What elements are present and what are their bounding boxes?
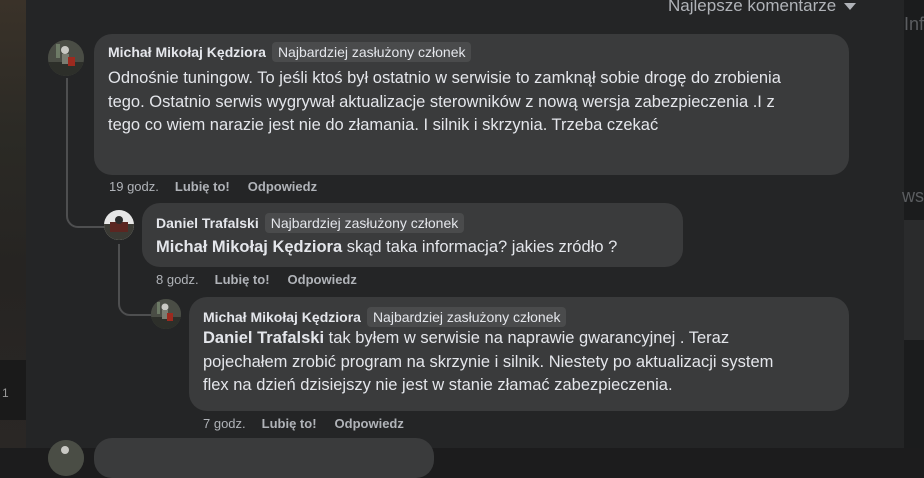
comment-text: Daniel Trafalski tak byłem w serwisie na… <box>203 327 798 398</box>
comment-bubble: Daniel Trafalski Najbardziej zasłużony cz… <box>142 203 683 267</box>
background-right-block <box>904 220 924 340</box>
reply-button[interactable]: Odpowiedz <box>288 272 357 287</box>
comment-time[interactable]: 8 godz. <box>156 272 199 287</box>
member-badge[interactable]: Najbardziej zasłużony członek <box>264 213 465 233</box>
member-badge[interactable]: Najbardziej zasłużony członek <box>271 42 472 62</box>
avatar[interactable] <box>48 440 84 476</box>
background-right-text: Inf <box>904 14 924 34</box>
background-left-number: 1 <box>2 386 9 400</box>
comment-author[interactable]: Michał Mikołaj Kędziora <box>108 44 266 60</box>
comment-body: skąd taka informacja? jakies zródło ? <box>342 238 618 256</box>
comment-meta: 7 godz. Lubię to! Odpowiedz <box>203 416 404 431</box>
comment-bubble: Michał Mikołaj Kędziora Najbardziej zasłu… <box>189 297 849 411</box>
comment-author[interactable]: Daniel Trafalski <box>156 215 259 231</box>
comment-body: Odnośnie tuningow. To jeśli ktoś był ost… <box>108 69 781 134</box>
like-button[interactable]: Lubię to! <box>175 179 230 194</box>
avatar[interactable] <box>151 299 181 329</box>
comment-bubble: Michał Mikołaj Kędziora Najbardziej zasłu… <box>94 34 849 175</box>
avatar[interactable] <box>48 40 84 76</box>
comment-text: Michał Mikołaj Kędziora skąd taka inform… <box>156 236 676 260</box>
mention-link[interactable]: Michał Mikołaj Kędziora <box>156 238 342 256</box>
background-right-text: wsz <box>902 186 924 206</box>
like-button[interactable]: Lubię to! <box>215 272 270 287</box>
member-badge[interactable]: Najbardziej zasłużony członek <box>366 307 567 327</box>
reply-button[interactable]: Odpowiedz <box>248 179 317 194</box>
mention-link[interactable]: Daniel Trafalski <box>203 329 324 347</box>
sort-comments-dropdown[interactable]: Najlepsze komentarze <box>668 0 857 16</box>
comment-text: Odnośnie tuningow. To jeśli ktoś był ost… <box>108 67 808 138</box>
like-button[interactable]: Lubię to! <box>262 416 317 431</box>
comment-meta: 19 godz. Lubię to! Odpowiedz <box>109 179 317 194</box>
comment-meta: 8 godz. Lubię to! Odpowiedz <box>156 272 357 287</box>
comment-time[interactable]: 7 godz. <box>203 416 246 431</box>
comment-bubble <box>94 438 434 478</box>
caret-down-icon <box>844 3 857 11</box>
avatar[interactable] <box>104 210 134 240</box>
comment-author[interactable]: Michał Mikołaj Kędziora <box>203 309 361 325</box>
reply-button[interactable]: Odpowiedz <box>335 416 404 431</box>
comment-time[interactable]: 19 godz. <box>109 179 159 194</box>
sort-label: Najlepsze komentarze <box>668 0 837 15</box>
